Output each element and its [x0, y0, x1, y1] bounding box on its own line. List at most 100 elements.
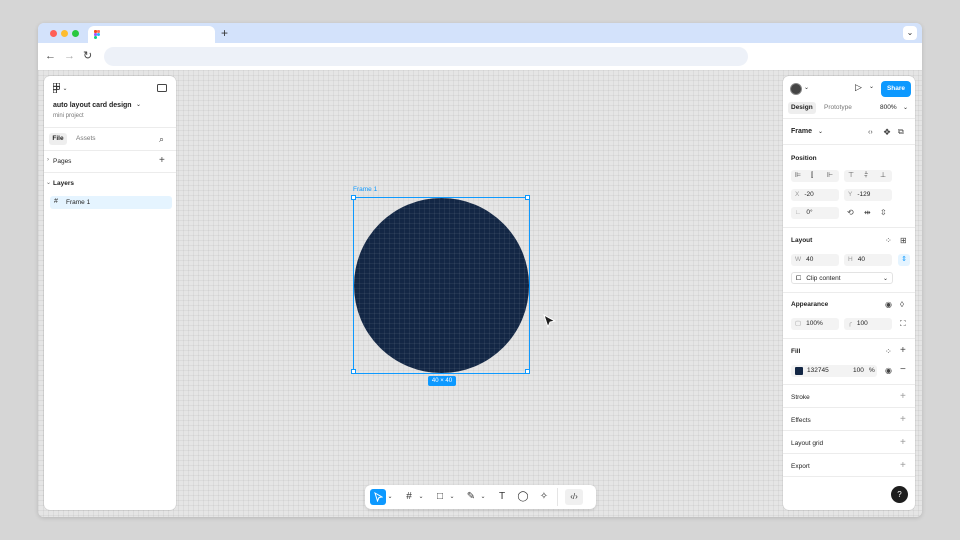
tab-assets[interactable]: Assets	[76, 133, 96, 145]
flip-horizontal-icon[interactable]: ⇹	[864, 208, 871, 218]
opacity-field[interactable]: ▢ 100%	[791, 318, 839, 330]
independent-corners-icon[interactable]: ⛶	[900, 319, 906, 329]
align-left-icon[interactable]: ⊫	[795, 171, 801, 181]
tab-list-chevron-icon[interactable]: ⌄	[903, 26, 917, 40]
back-arrow-icon[interactable]: ←	[45, 50, 56, 62]
comment-tool-icon[interactable]: ◯	[515, 489, 531, 505]
resize-handle-top-left[interactable]	[351, 195, 356, 200]
fill-swatch[interactable]	[795, 367, 803, 375]
export-title: Export	[791, 463, 810, 470]
remove-fill-icon[interactable]: −	[900, 365, 906, 375]
close-window-icon[interactable]	[50, 30, 57, 37]
pen-tool-icon[interactable]: ✎	[463, 489, 479, 505]
width-field[interactable]: W 40	[791, 254, 839, 266]
dev-mode-icon[interactable]: ‹/›	[565, 489, 583, 505]
add-page-icon[interactable]: +	[159, 156, 165, 166]
shape-tool-chevron-icon[interactable]: ⌄	[448, 489, 456, 505]
share-button[interactable]: Share	[881, 81, 911, 97]
browser-tab[interactable]	[88, 26, 215, 43]
constrain-proportions-icon[interactable]: ⇕	[898, 254, 910, 266]
pages-label[interactable]: Pages	[53, 158, 71, 165]
text-tool-icon[interactable]: T	[494, 489, 510, 505]
file-name[interactable]: auto layout card design	[53, 102, 132, 109]
tab-file[interactable]: File	[49, 133, 67, 145]
add-stroke-icon[interactable]: +	[900, 392, 906, 402]
forward-arrow-icon[interactable]: →	[64, 50, 75, 62]
clip-content-dropdown[interactable]: ⧠ Clip content ⌄	[791, 272, 893, 284]
avatar-chevron-icon[interactable]: ⌄	[804, 84, 809, 91]
file-name-chevron-icon[interactable]: ⌄	[136, 101, 141, 108]
flip-vertical-icon[interactable]: ⇳	[880, 208, 887, 218]
component-icon[interactable]: ❖	[883, 127, 891, 137]
zoom-level[interactable]: 800%	[880, 102, 897, 114]
rotation-icon: ∟	[795, 209, 802, 216]
reload-icon[interactable]: ↻	[83, 50, 92, 62]
align-bottom-icon[interactable]: ⊥	[880, 171, 886, 181]
styles-grid-icon[interactable]: ⁘	[885, 347, 892, 357]
y-field[interactable]: Y -129	[844, 189, 892, 201]
divider	[44, 172, 176, 173]
height-field[interactable]: H 40	[844, 254, 892, 266]
rotation-field[interactable]: ∟ 0°	[791, 207, 839, 219]
corner-radius-field[interactable]: ╭ 100	[844, 318, 892, 330]
corner-radius-icon: ╭	[848, 320, 852, 327]
frame-chevron-icon[interactable]: ⌄	[818, 128, 823, 135]
fill-field[interactable]: 132745 100 %	[791, 365, 877, 377]
tab-design[interactable]: Design	[788, 102, 816, 114]
blend-mode-icon[interactable]: ◊	[900, 300, 904, 310]
align-right-icon[interactable]: ⊩	[827, 171, 833, 181]
sidebar-toggle-icon[interactable]	[157, 84, 167, 92]
avatar[interactable]	[790, 83, 802, 95]
ellipse-shape[interactable]	[354, 198, 529, 373]
code-icon[interactable]: ‹›	[868, 128, 873, 138]
move-tool-chevron-icon[interactable]: ⌄	[386, 489, 394, 505]
add-effect-icon[interactable]: +	[900, 415, 906, 425]
frame-dropdown[interactable]: Frame	[791, 128, 812, 135]
resize-handle-bottom-left[interactable]	[351, 369, 356, 374]
x-field[interactable]: X -20	[791, 189, 839, 201]
present-chevron-icon[interactable]: ⌄	[869, 83, 874, 90]
toolbar-divider	[557, 488, 558, 506]
boolean-icon[interactable]: ⧉	[898, 127, 904, 137]
new-tab-button[interactable]: +	[221, 26, 228, 40]
figma-menu-icon[interactable]: ⌄	[52, 82, 68, 95]
align-vertical-group: ⊤ ⫩ ⊥	[844, 170, 892, 182]
actions-tool-icon[interactable]: ✧	[536, 489, 552, 505]
layers-chevron-icon[interactable]: ⌄	[46, 179, 51, 186]
project-name[interactable]: mini project	[53, 113, 84, 119]
help-button[interactable]: ?	[891, 486, 908, 503]
divider	[44, 127, 176, 128]
layout-title: Layout	[791, 237, 813, 244]
layout-options-icon[interactable]: ⊞	[900, 236, 907, 246]
add-layout-grid-icon[interactable]: +	[900, 438, 906, 448]
layer-row[interactable]: # Frame 1	[50, 196, 172, 209]
maximize-window-icon[interactable]	[72, 30, 79, 37]
rotate-icon[interactable]: ⟲	[847, 208, 854, 218]
add-export-icon[interactable]: +	[900, 461, 906, 471]
present-play-icon[interactable]: ▷	[855, 82, 862, 93]
auto-layout-icon[interactable]: ⁘	[885, 236, 892, 246]
tab-prototype[interactable]: Prototype	[824, 102, 852, 114]
resize-handle-bottom-right[interactable]	[525, 369, 530, 374]
divider	[783, 476, 915, 477]
rectangle-tool-icon[interactable]: □	[432, 489, 448, 505]
zoom-chevron-icon[interactable]: ⌄	[903, 102, 908, 114]
frame-tool-chevron-icon[interactable]: ⌄	[417, 489, 425, 505]
visibility-eye-icon[interactable]: ◉	[885, 300, 892, 310]
address-bar[interactable]	[104, 47, 748, 66]
divider	[783, 407, 915, 408]
resize-handle-top-right[interactable]	[525, 195, 530, 200]
fill-visibility-eye-icon[interactable]: ◉	[885, 366, 892, 376]
search-icon[interactable]: ⌕	[159, 134, 164, 144]
clip-chevron-icon: ⌄	[882, 276, 888, 282]
pen-tool-chevron-icon[interactable]: ⌄	[479, 489, 487, 505]
pages-chevron-icon[interactable]: ›	[47, 157, 49, 163]
align-middle-icon[interactable]: ⫩	[864, 171, 868, 181]
align-top-icon[interactable]: ⊤	[848, 171, 854, 181]
frame-label[interactable]: Frame 1	[353, 186, 377, 193]
move-tool-icon[interactable]	[370, 489, 386, 505]
minimize-window-icon[interactable]	[61, 30, 68, 37]
add-fill-icon[interactable]: +	[900, 346, 906, 356]
align-center-icon[interactable]: ⫿	[811, 171, 813, 181]
frame-tool-icon[interactable]: #	[401, 489, 417, 505]
